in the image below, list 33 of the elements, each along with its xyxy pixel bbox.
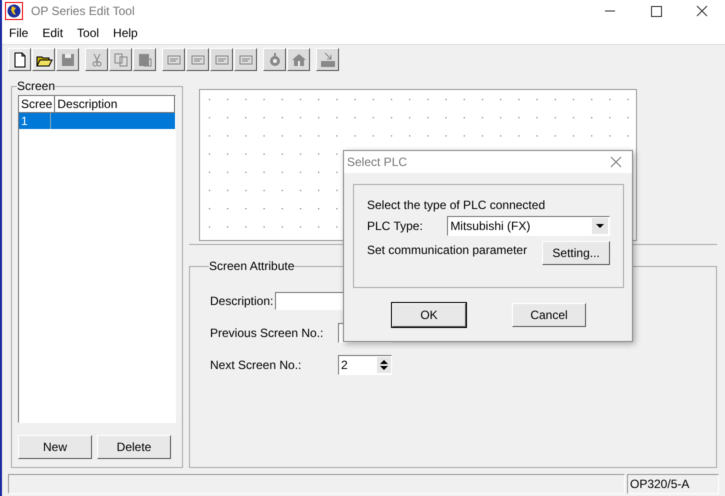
new-button[interactable]: [8, 48, 31, 71]
model-status: OP320/5-A: [627, 474, 719, 494]
panel-button[interactable]: Delete: [97, 435, 171, 459]
column-header[interactable]: Description: [55, 96, 175, 112]
panel-title: Screen Attribute: [209, 259, 294, 273]
close-icon[interactable]: [610, 156, 622, 168]
download-icon: [318, 50, 336, 68]
field-label: Previous Screen No.:: [210, 326, 324, 340]
dialog-title: Select PLC: [347, 155, 408, 169]
menu-item[interactable]: File: [2, 26, 36, 40]
screen-list[interactable]: Scree Description 1: [18, 95, 176, 423]
open-button[interactable]: [32, 48, 55, 71]
panel-button[interactable]: New: [18, 435, 92, 459]
dialog-button[interactable]: Cancel: [512, 303, 586, 327]
menu-item[interactable]: Tool: [70, 26, 106, 40]
window-title: OP Series Edit Tool: [31, 4, 135, 18]
globe-icon: [5, 2, 23, 20]
panel-title: Screen: [17, 79, 56, 93]
spin-field[interactable]: 2: [338, 355, 392, 375]
field-label: Description:: [210, 294, 274, 308]
field-label: Next Screen No.:: [210, 358, 302, 372]
dialog-button[interactable]: OK: [392, 303, 466, 327]
copy-icon: [112, 50, 130, 68]
setting-button[interactable]: Setting...: [542, 241, 610, 265]
comm-label: Set communication parameter: [367, 243, 528, 257]
screen-row[interactable]: 1: [19, 113, 175, 129]
column-header[interactable]: Scree: [19, 96, 56, 112]
prompt-text: Select the type of PLC connected: [367, 197, 546, 214]
spin-arrows-icon[interactable]: [377, 357, 391, 373]
plc-type-dropdown[interactable]: Mitsubishi (FX): [447, 216, 610, 236]
plc-type-label: PLC Type:: [367, 219, 424, 233]
menu-item[interactable]: Edit: [35, 26, 70, 40]
menu-item[interactable]: Help: [106, 26, 145, 40]
